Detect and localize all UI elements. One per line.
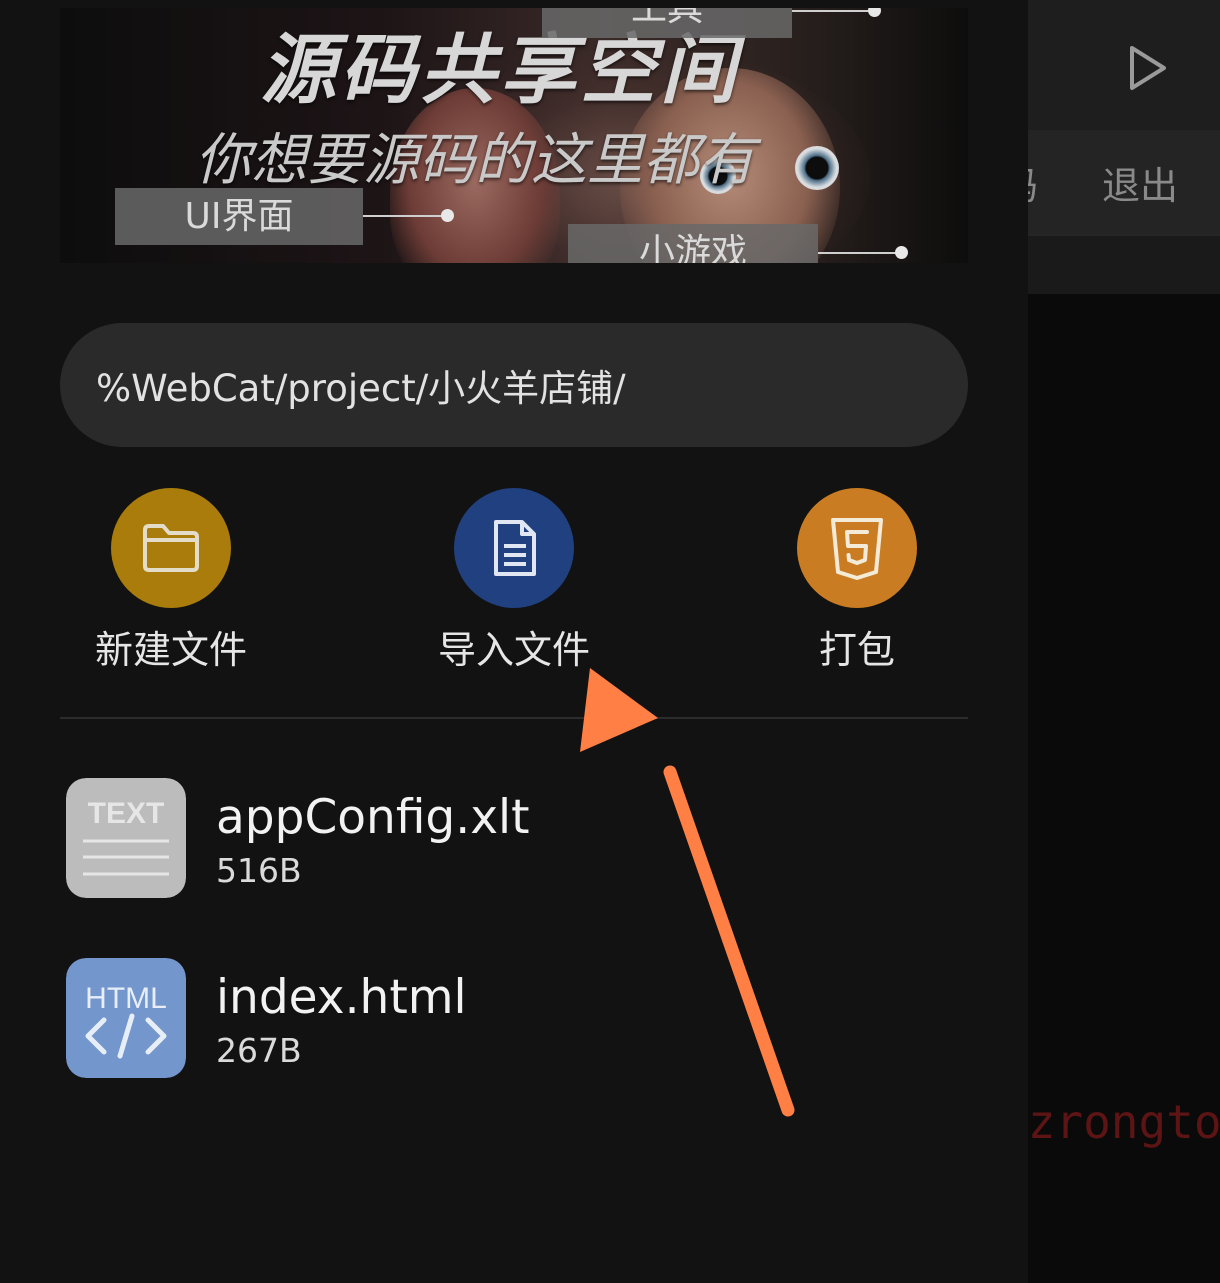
file-list-item[interactable]: TEXT appConfig.xlt 516B	[66, 778, 966, 900]
banner-tag-tool: 工具	[542, 8, 792, 38]
text-file-icon-label: TEXT	[88, 797, 165, 830]
banner-character-eye	[795, 146, 839, 190]
editor-tab-strip	[1028, 234, 1220, 294]
file-drawer: 源码共享空间 你想要源码的这里都有 工具 UI界面 小游戏 %WebCat/pr…	[0, 0, 1028, 1283]
html-file-icon-label: HTML	[85, 982, 167, 1015]
folder-icon	[143, 524, 199, 572]
play-icon[interactable]	[1118, 40, 1174, 96]
file-size: 267B	[216, 1031, 302, 1070]
menu-item-exit[interactable]: 退出	[1102, 160, 1178, 212]
html-file-icon: HTML	[66, 958, 186, 1078]
new-file-button[interactable]: 新建文件	[91, 488, 251, 678]
editor-code-text: zzrongto	[1000, 1095, 1220, 1149]
import-file-button[interactable]: 导入文件	[434, 488, 594, 678]
current-path: %WebCat/project/小火羊店铺/	[96, 367, 626, 410]
pack-label: 打包	[818, 628, 895, 672]
banner-tag-ui: UI界面	[115, 188, 363, 245]
banner-tag-game: 小游戏	[568, 224, 818, 263]
new-file-label: 新建文件	[94, 628, 247, 672]
banner-connector-dot	[441, 209, 454, 222]
banner-connector-line	[818, 252, 900, 254]
file-size: 516B	[216, 851, 302, 890]
banner-connector-line	[792, 10, 872, 12]
import-file-icon-circle	[454, 488, 574, 608]
text-file-icon: TEXT	[66, 778, 186, 898]
new-file-icon-circle	[111, 488, 231, 608]
banner-connector-line	[363, 215, 445, 217]
file-name: index.html	[216, 970, 467, 1025]
path-bar[interactable]: %WebCat/project/小火羊店铺/	[60, 323, 968, 447]
banner-connector-dot	[895, 246, 908, 259]
section-divider	[60, 717, 968, 719]
file-name: appConfig.xlt	[216, 790, 530, 845]
import-file-label: 导入文件	[437, 628, 590, 672]
document-icon	[494, 520, 536, 576]
banner-connector-dot	[868, 8, 881, 17]
banner-subtitle: 你想要源码的这里都有	[195, 128, 755, 193]
file-list-item[interactable]: HTML index.html 267B	[66, 958, 966, 1080]
pack-button[interactable]: 打包	[777, 488, 937, 678]
pack-icon-circle	[797, 488, 917, 608]
html5-icon	[831, 518, 883, 580]
banner-image[interactable]: 源码共享空间 你想要源码的这里都有 工具 UI界面 小游戏	[60, 8, 968, 263]
